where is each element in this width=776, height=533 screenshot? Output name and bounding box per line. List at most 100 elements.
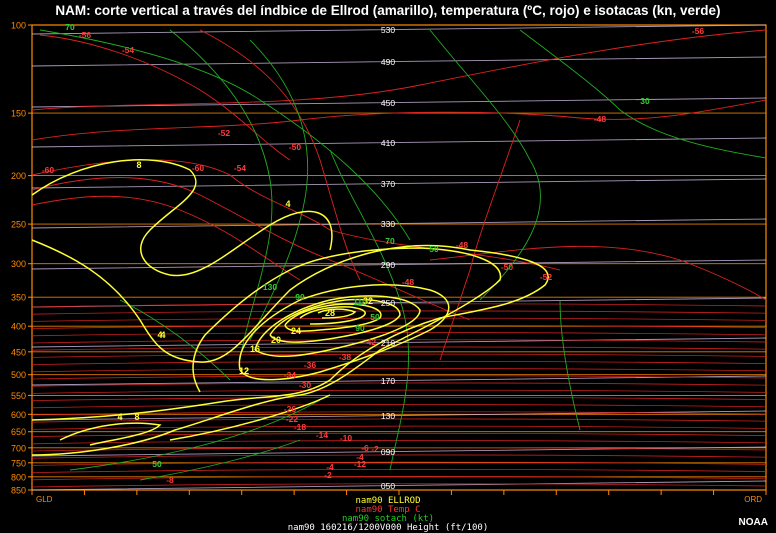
height-label: 330: [381, 219, 395, 229]
cross-section-chart: 1001502002503003504004505005506006507007…: [11, 21, 767, 504]
ellrod-label: 4: [157, 330, 162, 340]
height-label: 450: [381, 98, 395, 108]
temperature-label: -36: [304, 360, 317, 370]
temperature-label: -54: [234, 163, 247, 173]
y-tick-label: 700: [11, 443, 26, 453]
ellrod-contour: [31, 159, 333, 277]
height-label: 250: [381, 298, 395, 308]
noaa-credit: NOAA: [738, 517, 768, 528]
height-contour: [31, 178, 767, 189]
temperature-label: -52: [540, 272, 553, 282]
y-tick-label: 750: [11, 458, 26, 468]
temperature-contour: [31, 29, 767, 111]
ellrod-label: 12: [239, 366, 249, 376]
temperature-contour: [39, 34, 291, 161]
y-tick-label: 200: [11, 171, 26, 181]
temperature-contour: [199, 29, 361, 281]
ellrod-contour: [59, 422, 162, 446]
temperature-contour: [31, 418, 767, 423]
isotach-label: 110: [353, 297, 367, 307]
temperature-label: -52: [218, 128, 231, 138]
temperature-label: -18: [294, 422, 307, 432]
ellrod-label: 8: [134, 412, 139, 422]
y-tick-label: 800: [11, 472, 26, 482]
height-contour: [31, 24, 767, 35]
height-contour: [31, 137, 767, 148]
isotach-contour: [169, 29, 273, 361]
isotach-label: 50: [152, 459, 162, 469]
temperature-label: -54: [122, 45, 135, 55]
y-tick-label: 300: [11, 259, 26, 269]
temperature-label: -30: [299, 380, 312, 390]
temperature-label: -50: [289, 142, 302, 152]
temperature-label: -14: [316, 430, 329, 440]
y-tick-label: 250: [11, 220, 26, 230]
height-contour: [31, 97, 767, 108]
y-tick-label: 400: [11, 322, 26, 332]
temperature-contour: [31, 404, 767, 409]
temperature-label: -42: [364, 337, 377, 347]
temperature-label: -2: [371, 444, 379, 454]
height-label: 530: [381, 25, 395, 35]
temperature-contour: [439, 119, 521, 361]
temperature-contour: [31, 303, 767, 308]
isotach-contour: [139, 439, 301, 481]
ellrod-label: 28: [325, 308, 335, 318]
temperature-contour: [429, 245, 767, 301]
ellrod-label: 24: [291, 326, 301, 336]
isotach-label: 70: [385, 236, 395, 246]
y-tick-label: 600: [11, 410, 26, 420]
isotach-label: 130: [263, 282, 277, 292]
ellrod-label: 8: [136, 160, 141, 170]
ellrod-label: 16: [250, 344, 260, 354]
temperature-contour: [31, 346, 767, 351]
ellrod-contour: [317, 308, 357, 319]
temperature-label: -48: [594, 114, 607, 124]
height-label: 410: [381, 138, 395, 148]
isotach-contour: [559, 299, 581, 431]
height-label: 130: [381, 411, 395, 421]
y-tick-label: 150: [11, 109, 26, 119]
y-tick-label: 350: [11, 293, 26, 303]
temperature-contour: [31, 454, 767, 459]
temperature-contour: [31, 368, 767, 373]
temperature-contour: [31, 389, 767, 394]
temperature-label: -60: [192, 163, 205, 173]
temperature-label: -60: [42, 165, 55, 175]
temperature-label: -56: [692, 26, 705, 36]
temperature-contour: [31, 396, 767, 401]
height-label: 370: [381, 179, 395, 189]
temperature-contour: [31, 468, 767, 473]
temperature-label: -10: [340, 433, 353, 443]
height-label: 210: [381, 338, 395, 348]
temperature-label: -48: [402, 277, 415, 287]
temperature-label: -4: [326, 462, 334, 472]
temperature-label: -56: [79, 30, 92, 40]
y-tick-label: 100: [11, 21, 26, 31]
height-label: 290: [381, 260, 395, 270]
ellrod-label: 20: [271, 335, 281, 345]
temperature-label: -26: [284, 404, 297, 414]
temperature-label: -38: [339, 352, 352, 362]
y-tick-label: 550: [11, 391, 26, 401]
height-contour: [31, 259, 767, 270]
temperature-label: -48: [456, 240, 469, 250]
temperature-contour: [31, 360, 767, 365]
ellrod-label: 4: [117, 412, 122, 422]
height-label: 090: [381, 447, 395, 457]
y-tick-label: 450: [11, 347, 26, 357]
temperature-label: -12: [354, 459, 367, 469]
height-label: 170: [381, 376, 395, 386]
isotach-label: 50: [370, 312, 380, 322]
temperature-contour: [31, 317, 767, 322]
temperature-contour: [31, 159, 561, 271]
temperature-contour: [31, 353, 767, 358]
height-label: 050: [381, 481, 395, 491]
ellrod-label: 4: [285, 199, 290, 209]
height-label: 490: [381, 57, 395, 67]
temperature-label: -8: [166, 475, 174, 485]
y-tick-label: 850: [11, 486, 26, 496]
isotach-label: 50: [429, 244, 439, 254]
isotach-label: 90: [355, 323, 365, 333]
isotach-contour: [329, 149, 409, 471]
